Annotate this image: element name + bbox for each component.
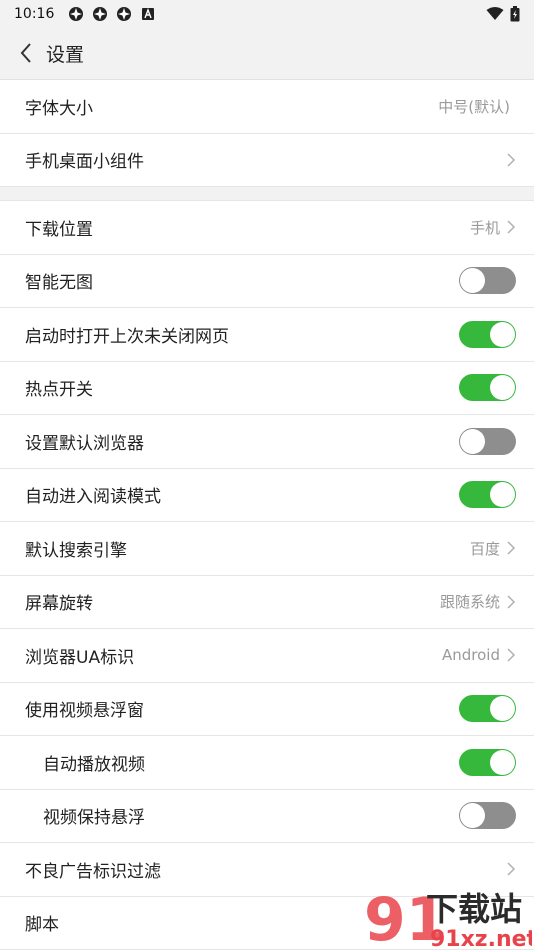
app-icon xyxy=(69,6,84,21)
app-icon xyxy=(93,6,108,21)
widget-row[interactable]: 手机桌面小组件 xyxy=(0,133,534,187)
ad-filter-label: 不良广告标识过滤 xyxy=(25,861,161,882)
download-location-row[interactable]: 下载位置 手机 xyxy=(0,201,534,255)
restore-tabs-toggle[interactable] xyxy=(459,320,516,348)
chevron-right-icon xyxy=(507,595,516,609)
chevron-right-icon xyxy=(507,153,516,167)
back-button[interactable] xyxy=(14,39,38,67)
script-label: 脚本 xyxy=(25,915,59,936)
ua-value: Android xyxy=(442,646,500,665)
battery-icon xyxy=(510,5,520,21)
no-image-row: 智能无图 xyxy=(0,254,534,308)
rotation-value: 跟随系统 xyxy=(439,593,500,612)
chevron-right-icon xyxy=(507,862,516,876)
download-location-value: 手机 xyxy=(469,218,500,237)
no-image-label: 智能无图 xyxy=(25,273,93,294)
search-engine-row[interactable]: 默认搜索引擎 百度 xyxy=(0,522,534,576)
toggle-knob xyxy=(490,321,515,347)
chevron-left-icon xyxy=(20,43,31,63)
status-left: 10:16 xyxy=(14,6,156,22)
hotspot-row: 热点开关 xyxy=(0,361,534,415)
font-size-row[interactable]: 字体大小 中号(默认) xyxy=(0,80,534,134)
video-float-toggle[interactable] xyxy=(459,695,516,723)
app-icon xyxy=(117,6,132,21)
toggle-knob xyxy=(490,375,515,401)
toggle-knob xyxy=(460,268,485,294)
wifi-icon xyxy=(486,6,504,20)
restore-tabs-row: 启动时打开上次未关闭网页 xyxy=(0,308,534,362)
default-browser-row: 设置默认浏览器 xyxy=(0,415,534,469)
script-row[interactable]: 脚本 xyxy=(0,896,534,950)
video-float-row: 使用视频悬浮窗 xyxy=(0,682,534,736)
app-header: 设置 xyxy=(0,27,534,80)
default-browser-toggle[interactable] xyxy=(459,427,516,455)
no-image-toggle[interactable] xyxy=(459,267,516,295)
hotspot-toggle[interactable] xyxy=(459,374,516,402)
reader-mode-row: 自动进入阅读模式 xyxy=(0,468,534,522)
reader-mode-toggle[interactable] xyxy=(459,481,516,509)
search-engine-value: 百度 xyxy=(469,539,500,558)
settings-list: 字体大小 中号(默认) 手机桌面小组件 xyxy=(0,80,534,187)
autoplay-video-label: 自动播放视频 xyxy=(43,754,145,775)
hotspot-label: 热点开关 xyxy=(25,380,93,401)
keep-float-toggle[interactable] xyxy=(459,802,516,830)
ua-label: 浏览器UA标识 xyxy=(25,647,135,668)
toggle-knob xyxy=(460,803,485,829)
download-location-label: 下载位置 xyxy=(25,219,93,240)
toggle-knob xyxy=(460,428,485,454)
chevron-right-icon xyxy=(507,220,516,234)
keep-float-label: 视频保持悬浮 xyxy=(43,808,145,829)
chevron-right-icon xyxy=(507,648,516,662)
status-time: 10:16 xyxy=(14,5,55,22)
ad-filter-row[interactable]: 不良广告标识过滤 xyxy=(0,843,534,897)
autoplay-video-row: 自动播放视频 xyxy=(0,736,534,790)
section-divider xyxy=(0,187,534,201)
font-size-label: 字体大小 xyxy=(25,98,93,119)
ua-row[interactable]: 浏览器UA标识 Android xyxy=(0,629,534,683)
toggle-knob xyxy=(490,482,515,508)
autoplay-video-toggle[interactable] xyxy=(459,748,516,776)
page-title: 设置 xyxy=(46,43,85,66)
status-right xyxy=(486,5,520,22)
chevron-right-icon xyxy=(507,541,516,555)
reader-mode-label: 自动进入阅读模式 xyxy=(25,487,161,508)
video-float-label: 使用视频悬浮窗 xyxy=(25,701,144,722)
settings-list-main: 下载位置 手机 智能无图 启动时打开上次未关闭网页 热点开关 设置默认浏览器 自… xyxy=(0,201,534,950)
font-size-value: 中号(默认) xyxy=(438,97,510,116)
rotation-row[interactable]: 屏幕旋转 跟随系统 xyxy=(0,575,534,629)
toggle-knob xyxy=(490,696,515,722)
restore-tabs-label: 启动时打开上次未关闭网页 xyxy=(25,326,229,347)
toggle-knob xyxy=(490,749,515,775)
search-engine-label: 默认搜索引擎 xyxy=(25,540,127,561)
keep-float-row: 视频保持悬浮 xyxy=(0,789,534,843)
widget-label: 手机桌面小组件 xyxy=(25,152,144,173)
status-bar: 10:16 xyxy=(0,0,534,27)
default-browser-label: 设置默认浏览器 xyxy=(25,433,144,454)
rotation-label: 屏幕旋转 xyxy=(25,594,93,615)
a-icon xyxy=(142,7,155,20)
